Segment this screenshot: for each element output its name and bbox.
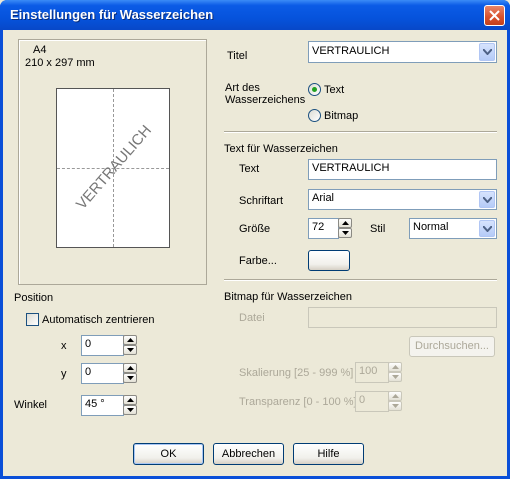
- separator: [224, 279, 497, 281]
- x-input[interactable]: 0: [81, 335, 124, 356]
- title-select-value: VERTRAULICH: [312, 45, 390, 57]
- font-select[interactable]: Arial: [308, 189, 497, 210]
- angle-spinner[interactable]: [123, 395, 137, 416]
- chevron-down-icon: [483, 49, 492, 55]
- title-select[interactable]: VERTRAULICH: [308, 41, 497, 63]
- browse-button[interactable]: Durchsuchen...: [409, 336, 495, 357]
- y-label: y: [61, 368, 67, 380]
- chevron-down-icon: [483, 226, 492, 232]
- type-bitmap-radio[interactable]: [308, 109, 321, 122]
- separator: [224, 131, 497, 133]
- y-spinner[interactable]: [123, 363, 137, 384]
- size-label: Größe: [239, 223, 271, 235]
- arrow-down-icon: [392, 404, 399, 408]
- transparency-spinner[interactable]: [388, 391, 402, 412]
- size-input[interactable]: 72: [308, 218, 339, 239]
- cancel-button[interactable]: Abbrechen: [213, 443, 284, 465]
- transparency-spin-down[interactable]: [388, 401, 402, 411]
- type-label: Art des Wasserzeichens: [225, 82, 306, 106]
- angle-spin-down[interactable]: [123, 405, 137, 415]
- y-input[interactable]: 0: [81, 363, 124, 384]
- title-dropdown-button[interactable]: [479, 43, 495, 61]
- arrow-up-icon: [392, 365, 399, 369]
- page-preview: VERTRAULICH: [56, 88, 170, 248]
- scale-label: Skalierung [25 - 999 %]: [239, 367, 354, 379]
- x-spin-up[interactable]: [123, 335, 137, 345]
- title-bar[interactable]: Einstellungen für Wasserzeichen: [0, 0, 510, 30]
- style-select-value: Normal: [413, 221, 449, 233]
- font-select-value: Arial: [312, 192, 335, 204]
- y-spin-down[interactable]: [123, 373, 137, 383]
- angle-label: Winkel: [14, 399, 48, 411]
- dialog-window: Einstellungen für Wasserzeichen A4 210 x…: [0, 0, 510, 479]
- radio-selected-dot: [312, 87, 317, 92]
- arrow-up-icon: [127, 338, 134, 342]
- angle-spin-up[interactable]: [123, 395, 137, 405]
- arrow-down-icon: [392, 375, 399, 379]
- ok-button[interactable]: OK: [133, 443, 204, 465]
- arrow-down-icon: [127, 408, 134, 412]
- color-label: Farbe...: [239, 255, 277, 267]
- y-spin-up[interactable]: [123, 363, 137, 373]
- scale-input[interactable]: 100: [355, 362, 389, 383]
- font-dropdown-button[interactable]: [479, 191, 495, 208]
- arrow-up-icon: [127, 398, 134, 402]
- paper-size: 210 x 297 mm: [25, 57, 95, 69]
- x-label: x: [61, 340, 67, 352]
- transparency-input[interactable]: 0: [355, 391, 389, 412]
- x-spinner[interactable]: [123, 335, 137, 356]
- preview-panel: A4 210 x 297 mm VERTRAULICH: [18, 39, 207, 285]
- transparency-label: Transparenz [0 - 100 %]: [239, 396, 357, 408]
- file-label: Datei: [239, 312, 265, 324]
- arrow-down-icon: [127, 376, 134, 380]
- close-icon: [489, 10, 500, 21]
- transparency-spin-up[interactable]: [388, 391, 402, 401]
- scale-spin-down[interactable]: [388, 372, 402, 382]
- text-input[interactable]: VERTRAULICH: [308, 159, 497, 180]
- type-bitmap-label[interactable]: Bitmap: [324, 110, 358, 122]
- arrow-up-icon: [392, 394, 399, 398]
- title-label: Titel: [227, 50, 248, 62]
- arrow-down-icon: [342, 231, 349, 235]
- arrow-up-icon: [342, 221, 349, 225]
- dialog-body: A4 210 x 297 mm VERTRAULICH Titel VERTRA…: [3, 30, 507, 476]
- x-spin-down[interactable]: [123, 345, 137, 355]
- bitmap-group-heading: Bitmap für Wasserzeichen: [224, 291, 352, 303]
- arrow-down-icon: [127, 348, 134, 352]
- angle-input[interactable]: 45 °: [81, 395, 124, 416]
- auto-center-checkbox[interactable]: [26, 313, 39, 326]
- window-title: Einstellungen für Wasserzeichen: [10, 7, 214, 22]
- scale-spin-up[interactable]: [388, 362, 402, 372]
- text-label: Text: [239, 163, 260, 175]
- paper-name: A4: [33, 44, 47, 56]
- position-heading: Position: [14, 292, 54, 304]
- text-group-heading: Text für Wasserzeichen: [224, 143, 338, 155]
- font-label: Schriftart: [239, 195, 284, 207]
- file-input[interactable]: [308, 307, 497, 328]
- close-button[interactable]: [484, 5, 505, 26]
- size-spinner[interactable]: [338, 218, 352, 239]
- help-button[interactable]: Hilfe: [293, 443, 364, 465]
- style-select[interactable]: Normal: [409, 218, 497, 239]
- color-button[interactable]: [308, 250, 350, 271]
- arrow-up-icon: [127, 366, 134, 370]
- style-dropdown-button[interactable]: [479, 220, 495, 237]
- size-spin-up[interactable]: [338, 218, 352, 228]
- type-text-radio[interactable]: [308, 83, 321, 96]
- auto-center-label[interactable]: Automatisch zentrieren: [42, 314, 155, 326]
- chevron-down-icon: [483, 197, 492, 203]
- size-spin-down[interactable]: [338, 228, 352, 238]
- type-text-label[interactable]: Text: [324, 84, 344, 96]
- scale-spinner[interactable]: [388, 362, 402, 383]
- style-label: Stil: [370, 223, 386, 235]
